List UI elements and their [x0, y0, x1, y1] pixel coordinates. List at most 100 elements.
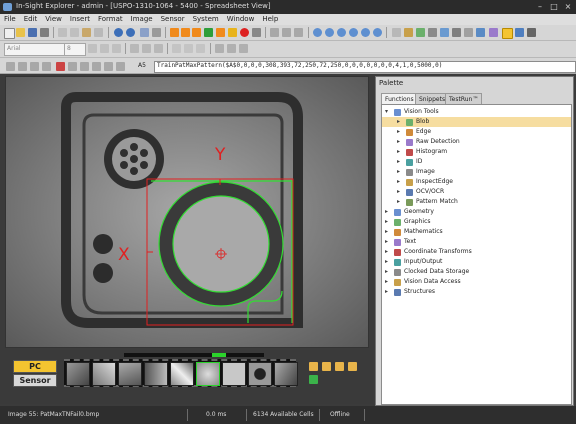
menu-file[interactable]: File — [0, 14, 20, 25]
tree-node[interactable]: ▸ Clocked Data Storage — [382, 267, 571, 277]
filmstrip-thumbnail[interactable] — [222, 362, 246, 386]
first-image-icon[interactable] — [170, 28, 179, 37]
expression-icon[interactable] — [30, 62, 39, 71]
palette-icon[interactable] — [489, 28, 498, 37]
expand-arrow-icon[interactable]: ▸ — [397, 177, 403, 187]
expand-arrow-icon[interactable]: ▸ — [385, 207, 391, 217]
zoom-in-icon[interactable] — [313, 28, 322, 37]
show-grid-icon[interactable] — [416, 28, 425, 37]
reference-icon[interactable] — [42, 62, 51, 71]
new-icon[interactable] — [4, 28, 15, 39]
tree-node[interactable]: ▸ Raw Detection — [382, 137, 571, 147]
zoom-fill-icon[interactable] — [349, 28, 358, 37]
comment-icon[interactable] — [116, 62, 125, 71]
redo-icon[interactable] — [126, 28, 135, 37]
overlay-icon[interactable] — [392, 28, 401, 37]
select-icon[interactable] — [270, 28, 279, 37]
align-center-icon[interactable] — [142, 44, 151, 53]
menu-window[interactable]: Window — [223, 14, 259, 25]
delete-icon[interactable] — [239, 44, 248, 53]
easybuilder-icon[interactable] — [476, 28, 485, 37]
tree-node[interactable]: ▸ Text — [382, 237, 571, 247]
previous-image-icon[interactable] — [181, 28, 190, 37]
absolute-ref-icon[interactable] — [92, 62, 101, 71]
font-combo[interactable]: Arial — [4, 43, 66, 56]
tree-node[interactable]: ▸ Geometry — [382, 207, 571, 217]
zoom-out-icon[interactable] — [325, 28, 334, 37]
filmstrip-first-icon[interactable] — [309, 362, 318, 371]
filmstrip-thumbnail-current[interactable] — [196, 362, 220, 386]
play-icon[interactable] — [204, 28, 213, 37]
tree-node[interactable]: ▸ Vision Data Access — [382, 277, 571, 287]
collapse-arrow-icon[interactable]: ▾ — [385, 107, 391, 117]
format-cell-icon[interactable] — [104, 62, 113, 71]
last-image-icon[interactable] — [216, 28, 225, 37]
align-left-icon[interactable] — [130, 44, 139, 53]
copy-icon[interactable] — [70, 28, 79, 37]
filmstrip-thumbnail[interactable] — [118, 362, 142, 386]
insert-column-icon[interactable] — [227, 44, 236, 53]
tree-node[interactable]: ▸ Blob — [382, 117, 571, 127]
size-combo[interactable]: 8 — [64, 43, 86, 56]
expand-arrow-icon[interactable]: ▸ — [385, 267, 391, 277]
underline-icon[interactable] — [112, 44, 121, 53]
filmstrip-thumbnail[interactable] — [92, 362, 116, 386]
tree-node[interactable]: ▸ Edge — [382, 127, 571, 137]
expand-arrow-icon[interactable]: ▸ — [397, 117, 403, 127]
minimize-button[interactable]: – — [534, 2, 546, 12]
bold-icon[interactable] — [88, 44, 97, 53]
rotate-icon[interactable] — [294, 28, 303, 37]
menu-format[interactable]: Format — [94, 14, 127, 25]
fill-color-icon[interactable] — [184, 44, 193, 53]
pan-icon[interactable] — [282, 28, 291, 37]
menu-image[interactable]: Image — [127, 14, 157, 25]
filmstrip-thumbnail[interactable] — [274, 362, 298, 386]
formula-input[interactable]: TrainPatMaxPattern($A$0,0,0,0,308,393,72… — [154, 61, 576, 73]
tree-node[interactable]: ▸ Input/Output — [382, 257, 571, 267]
tree-node[interactable]: ▸ Structures — [382, 287, 571, 297]
zoom-fit-icon[interactable] — [337, 28, 346, 37]
expand-arrow-icon[interactable]: ▸ — [385, 277, 391, 287]
tree-node[interactable]: ▸ Image — [382, 167, 571, 177]
tree-node[interactable]: ▸ Pattern Match — [382, 197, 571, 207]
tree-node[interactable]: ▸ ID — [382, 157, 571, 167]
tree-node[interactable]: ▸ Mathematics — [382, 227, 571, 237]
insert-row-icon[interactable] — [215, 44, 224, 53]
menu-edit[interactable]: Edit — [20, 14, 42, 25]
expand-arrow-icon[interactable]: ▸ — [385, 287, 391, 297]
zoom-100-icon[interactable] — [361, 28, 370, 37]
tree-node[interactable]: ▸ Graphics — [382, 217, 571, 227]
tree-node[interactable]: ▸ OCV/OCR — [382, 187, 571, 197]
calibration-icon[interactable] — [440, 28, 449, 37]
filmstrip-play-icon[interactable] — [309, 375, 318, 384]
menu-view[interactable]: View — [41, 14, 66, 25]
function-icon[interactable] — [6, 62, 15, 71]
print-icon[interactable] — [40, 28, 49, 37]
expand-arrow-icon[interactable]: ▸ — [397, 137, 403, 147]
expand-arrow-icon[interactable]: ▸ — [385, 227, 391, 237]
save-icon[interactable] — [28, 28, 37, 37]
filmstrip-thumbnail[interactable] — [66, 362, 90, 386]
expand-arrow-icon[interactable]: ▸ — [397, 157, 403, 167]
tree-node[interactable]: ▸ Coordinate Transforms — [382, 247, 571, 257]
filmstrip-prev-icon[interactable] — [322, 362, 331, 371]
paste-icon[interactable] — [82, 28, 91, 37]
snippet-insert-icon[interactable] — [18, 62, 27, 71]
expand-arrow-icon[interactable]: ▸ — [385, 247, 391, 257]
filmstrip-scrollbar[interactable] — [124, 353, 264, 357]
open-icon[interactable] — [16, 28, 25, 37]
record-icon[interactable] — [240, 28, 249, 37]
spreadsheet-icon[interactable] — [464, 28, 473, 37]
next-image-icon[interactable] — [192, 28, 201, 37]
filmstrip-thumbnail[interactable] — [170, 362, 194, 386]
maximize-button[interactable]: □ — [548, 2, 560, 12]
cancel-edit-icon[interactable] — [56, 62, 65, 71]
expand-arrow-icon[interactable]: ▸ — [397, 127, 403, 137]
expand-arrow-icon[interactable]: ▸ — [397, 147, 403, 157]
filmstrip-next-icon[interactable] — [335, 362, 344, 371]
live-video-icon[interactable] — [228, 28, 237, 37]
grid-icon[interactable] — [152, 28, 161, 37]
paste-special-icon[interactable] — [94, 28, 103, 37]
tree-node[interactable]: ▸ Histogram — [382, 147, 571, 157]
expand-arrow-icon[interactable]: ▸ — [385, 257, 391, 267]
